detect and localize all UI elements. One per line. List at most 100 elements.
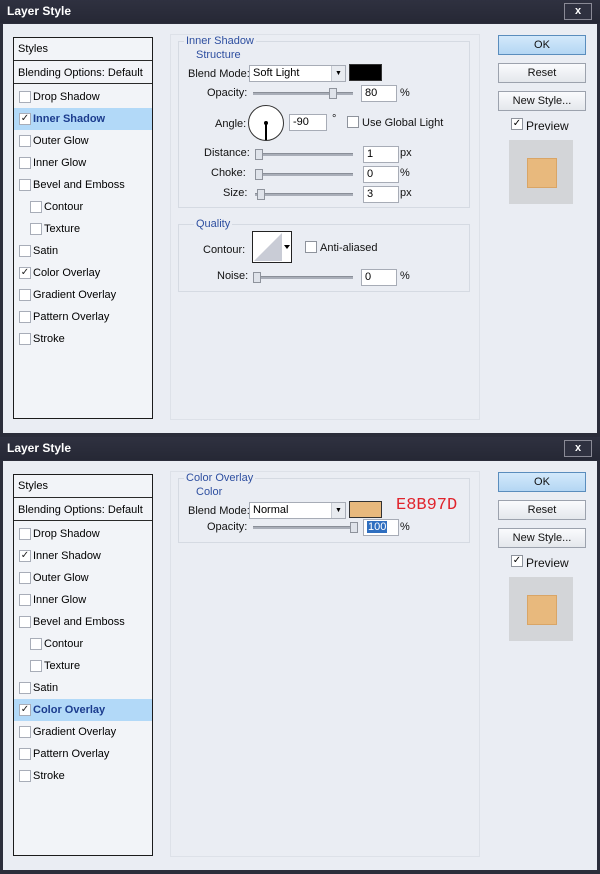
style-item-label: Contour	[44, 638, 84, 650]
preview-checkbox[interactable]: ✓	[511, 118, 523, 130]
panel-title: Color Overlay	[184, 472, 256, 484]
dialog-body: Styles Blending Options: Default Drop Sh…	[3, 24, 597, 433]
style-item-satin[interactable]: Satin	[14, 677, 152, 699]
style-item-label: Inner Shadow	[33, 113, 106, 125]
settings-panel	[170, 34, 480, 420]
style-item-inner-shadow[interactable]: ✓ Inner Shadow	[14, 108, 152, 130]
style-item-checkbox[interactable]	[19, 572, 31, 584]
new-style-button[interactable]: New Style...	[498, 91, 586, 111]
hex-color-annotation: E8B97D	[396, 496, 458, 515]
overlay-color-swatch[interactable]	[349, 501, 382, 518]
ok-button[interactable]: OK	[498, 35, 586, 55]
style-item-texture[interactable]: Texture	[14, 218, 152, 240]
style-item-stroke[interactable]: Stroke	[14, 765, 152, 787]
opacity-label: Opacity:	[207, 521, 248, 533]
close-button[interactable]: x	[564, 440, 592, 457]
new-style-button[interactable]: New Style...	[498, 528, 586, 548]
style-item-checkbox[interactable]	[30, 223, 42, 235]
style-item-checkbox[interactable]	[19, 157, 31, 169]
style-item-checkbox[interactable]	[30, 638, 42, 650]
style-item-label: Gradient Overlay	[33, 289, 117, 301]
blending-options-item[interactable]: Blending Options: Default	[14, 499, 152, 521]
style-item-inner-glow[interactable]: Inner Glow	[14, 589, 152, 611]
style-item-label: Bevel and Emboss	[33, 616, 125, 628]
style-item-checkbox[interactable]	[19, 179, 31, 191]
style-item-label: Inner Shadow	[33, 550, 101, 562]
style-item-contour[interactable]: Contour	[14, 196, 152, 218]
style-item-checkbox[interactable]: ✓	[19, 267, 31, 279]
style-item-label: Contour	[44, 201, 84, 213]
style-item-checkbox[interactable]	[19, 311, 31, 323]
preview-checkbox[interactable]: ✓	[511, 555, 523, 567]
styles-header-label: Styles	[18, 480, 48, 492]
style-item-drop-shadow[interactable]: Drop Shadow	[14, 86, 152, 108]
style-item-label: Color Overlay	[33, 267, 101, 279]
style-item-checkbox[interactable]: ✓	[19, 704, 31, 716]
style-item-checkbox[interactable]	[19, 91, 31, 103]
style-item-checkbox[interactable]: ✓	[19, 550, 31, 562]
reset-button[interactable]: Reset	[498, 500, 586, 520]
title-bar[interactable]: Layer Style x	[0, 437, 600, 460]
style-item-inner-shadow[interactable]: ✓ Inner Shadow	[14, 545, 152, 567]
style-item-label: Texture	[44, 223, 81, 235]
style-item-gradient-overlay[interactable]: Gradient Overlay	[14, 721, 152, 743]
style-item-checkbox[interactable]	[19, 594, 31, 606]
style-item-checkbox[interactable]	[19, 682, 31, 694]
style-item-checkbox[interactable]	[30, 201, 42, 213]
style-item-outer-glow[interactable]: Outer Glow	[14, 567, 152, 589]
style-item-checkbox[interactable]	[19, 135, 31, 147]
style-item-checkbox[interactable]	[19, 748, 31, 760]
styles-header[interactable]: Styles	[14, 475, 152, 498]
style-item-texture[interactable]: Texture	[14, 655, 152, 677]
ok-button[interactable]: OK	[498, 472, 586, 492]
style-item-pattern-overlay[interactable]: Pattern Overlay	[14, 743, 152, 765]
styles-header[interactable]: Styles	[14, 38, 152, 61]
preview-thumbnail	[509, 140, 573, 204]
style-item-checkbox[interactable]	[19, 289, 31, 301]
style-item-checkbox[interactable]	[30, 660, 42, 672]
preview-label: Preview	[526, 556, 569, 570]
style-item-color-overlay[interactable]: ✓ Color Overlay	[14, 699, 152, 721]
style-item-outer-glow[interactable]: Outer Glow	[14, 130, 152, 152]
blend-mode-select[interactable]: Normal ▼	[249, 502, 346, 519]
style-item-checkbox[interactable]	[19, 245, 31, 257]
opacity-slider[interactable]	[253, 522, 358, 533]
style-item-checkbox[interactable]	[19, 333, 31, 345]
opacity-value: 100	[367, 521, 388, 533]
style-item-checkbox[interactable]	[19, 616, 31, 628]
style-item-checkbox[interactable]	[19, 528, 31, 540]
blending-options-item[interactable]: Blending Options: Default	[14, 62, 152, 84]
style-item-label: Inner Glow	[33, 594, 87, 606]
style-item-checkbox[interactable]: ✓	[19, 113, 31, 125]
style-item-contour[interactable]: Contour	[14, 633, 152, 655]
styles-list: Styles Blending Options: Default Drop Sh…	[13, 37, 153, 419]
reset-button[interactable]: Reset	[498, 63, 586, 83]
style-item-satin[interactable]: Satin	[14, 240, 152, 262]
layer-style-dialog-inner-shadow: Layer Style x Styles Blending Options: D…	[0, 0, 600, 437]
style-item-label: Stroke	[33, 333, 65, 345]
style-item-label: Pattern Overlay	[33, 748, 110, 760]
style-item-bevel-and-emboss[interactable]: Bevel and Emboss	[14, 174, 152, 196]
style-item-label: Satin	[33, 682, 59, 694]
opacity-slider-thumb[interactable]	[350, 522, 358, 533]
dialog-title: Layer Style	[7, 441, 72, 455]
style-item-label: Inner Glow	[33, 157, 87, 169]
style-item-color-overlay[interactable]: ✓ Color Overlay	[14, 262, 152, 284]
title-bar[interactable]: Layer Style x	[0, 0, 600, 23]
styles-list: Styles Blending Options: Default Drop Sh…	[13, 474, 153, 856]
style-item-checkbox[interactable]	[19, 770, 31, 782]
dialog-body: Styles Blending Options: Default Drop Sh…	[3, 461, 597, 870]
close-button[interactable]: x	[564, 3, 592, 20]
style-item-pattern-overlay[interactable]: Pattern Overlay	[14, 306, 152, 328]
style-item-stroke[interactable]: Stroke	[14, 328, 152, 350]
style-item-checkbox[interactable]	[19, 726, 31, 738]
style-item-drop-shadow[interactable]: Drop Shadow	[14, 523, 152, 545]
dialog-title: Layer Style	[7, 4, 72, 18]
style-item-label: Satin	[33, 245, 59, 257]
style-item-gradient-overlay[interactable]: Gradient Overlay	[14, 284, 152, 306]
style-item-bevel-and-emboss[interactable]: Bevel and Emboss	[14, 611, 152, 633]
color-title: Color	[194, 486, 225, 498]
blend-mode-value: Normal	[253, 504, 289, 516]
style-item-inner-glow[interactable]: Inner Glow	[14, 152, 152, 174]
opacity-input[interactable]: 100	[363, 519, 399, 536]
